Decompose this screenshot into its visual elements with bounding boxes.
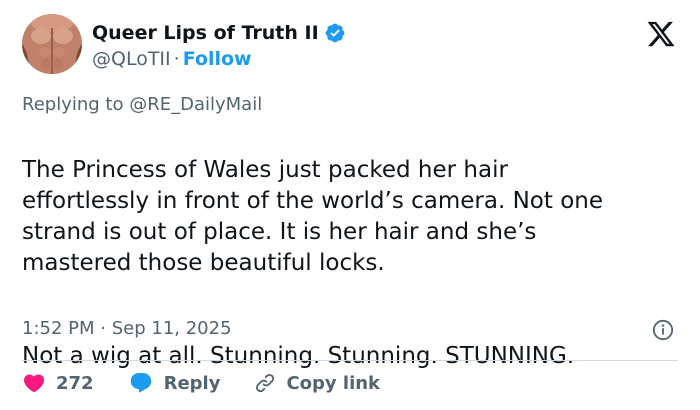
handle-separator: · <box>173 48 180 70</box>
like-button[interactable]: 272 <box>22 371 94 395</box>
avatar-image <box>22 14 82 74</box>
like-count: 272 <box>56 372 94 394</box>
reply-bubble-icon <box>128 371 154 395</box>
replying-to-prefix: Replying to <box>22 94 124 115</box>
author-name-row: Queer Lips of Truth II <box>92 20 346 46</box>
copy-link-button[interactable]: Copy link <box>254 372 380 394</box>
tweet-timestamp[interactable]: 1:52 PM · Sep 11, 2025 <box>22 318 232 339</box>
tweet-date: Sep 11, 2025 <box>111 318 232 339</box>
info-icon[interactable] <box>652 319 674 341</box>
follow-button[interactable]: Follow <box>183 48 252 70</box>
tweet-card: Queer Lips of Truth II @QLoTII · Follow Re… <box>0 0 700 410</box>
divider <box>22 360 678 361</box>
reply-button[interactable]: Reply <box>128 371 221 395</box>
link-icon <box>254 372 276 394</box>
replying-to-handle[interactable]: @RE_DailyMail <box>129 94 262 115</box>
tweet-paragraph: The Princess of Wales just packed her ha… <box>22 157 604 276</box>
timestamp-separator: · <box>100 318 106 339</box>
author-handle-row: @QLoTII · Follow <box>92 48 252 70</box>
author-display-name[interactable]: Queer Lips of Truth II <box>92 22 319 44</box>
verified-badge-icon <box>324 22 346 44</box>
action-bar: 272 Reply Copy link <box>22 368 414 398</box>
author-handle[interactable]: @QLoTII <box>92 48 171 70</box>
avatar[interactable] <box>22 14 82 74</box>
tweet-text: The Princess of Wales just packed her ha… <box>22 124 682 403</box>
copy-link-label: Copy link <box>286 372 381 394</box>
replying-to: Replying to @RE_DailyMail <box>22 94 262 115</box>
x-logo-icon[interactable] <box>646 19 676 49</box>
tweet-time: 1:52 PM <box>22 318 95 339</box>
heart-icon <box>22 371 46 395</box>
reply-label: Reply <box>163 372 221 394</box>
